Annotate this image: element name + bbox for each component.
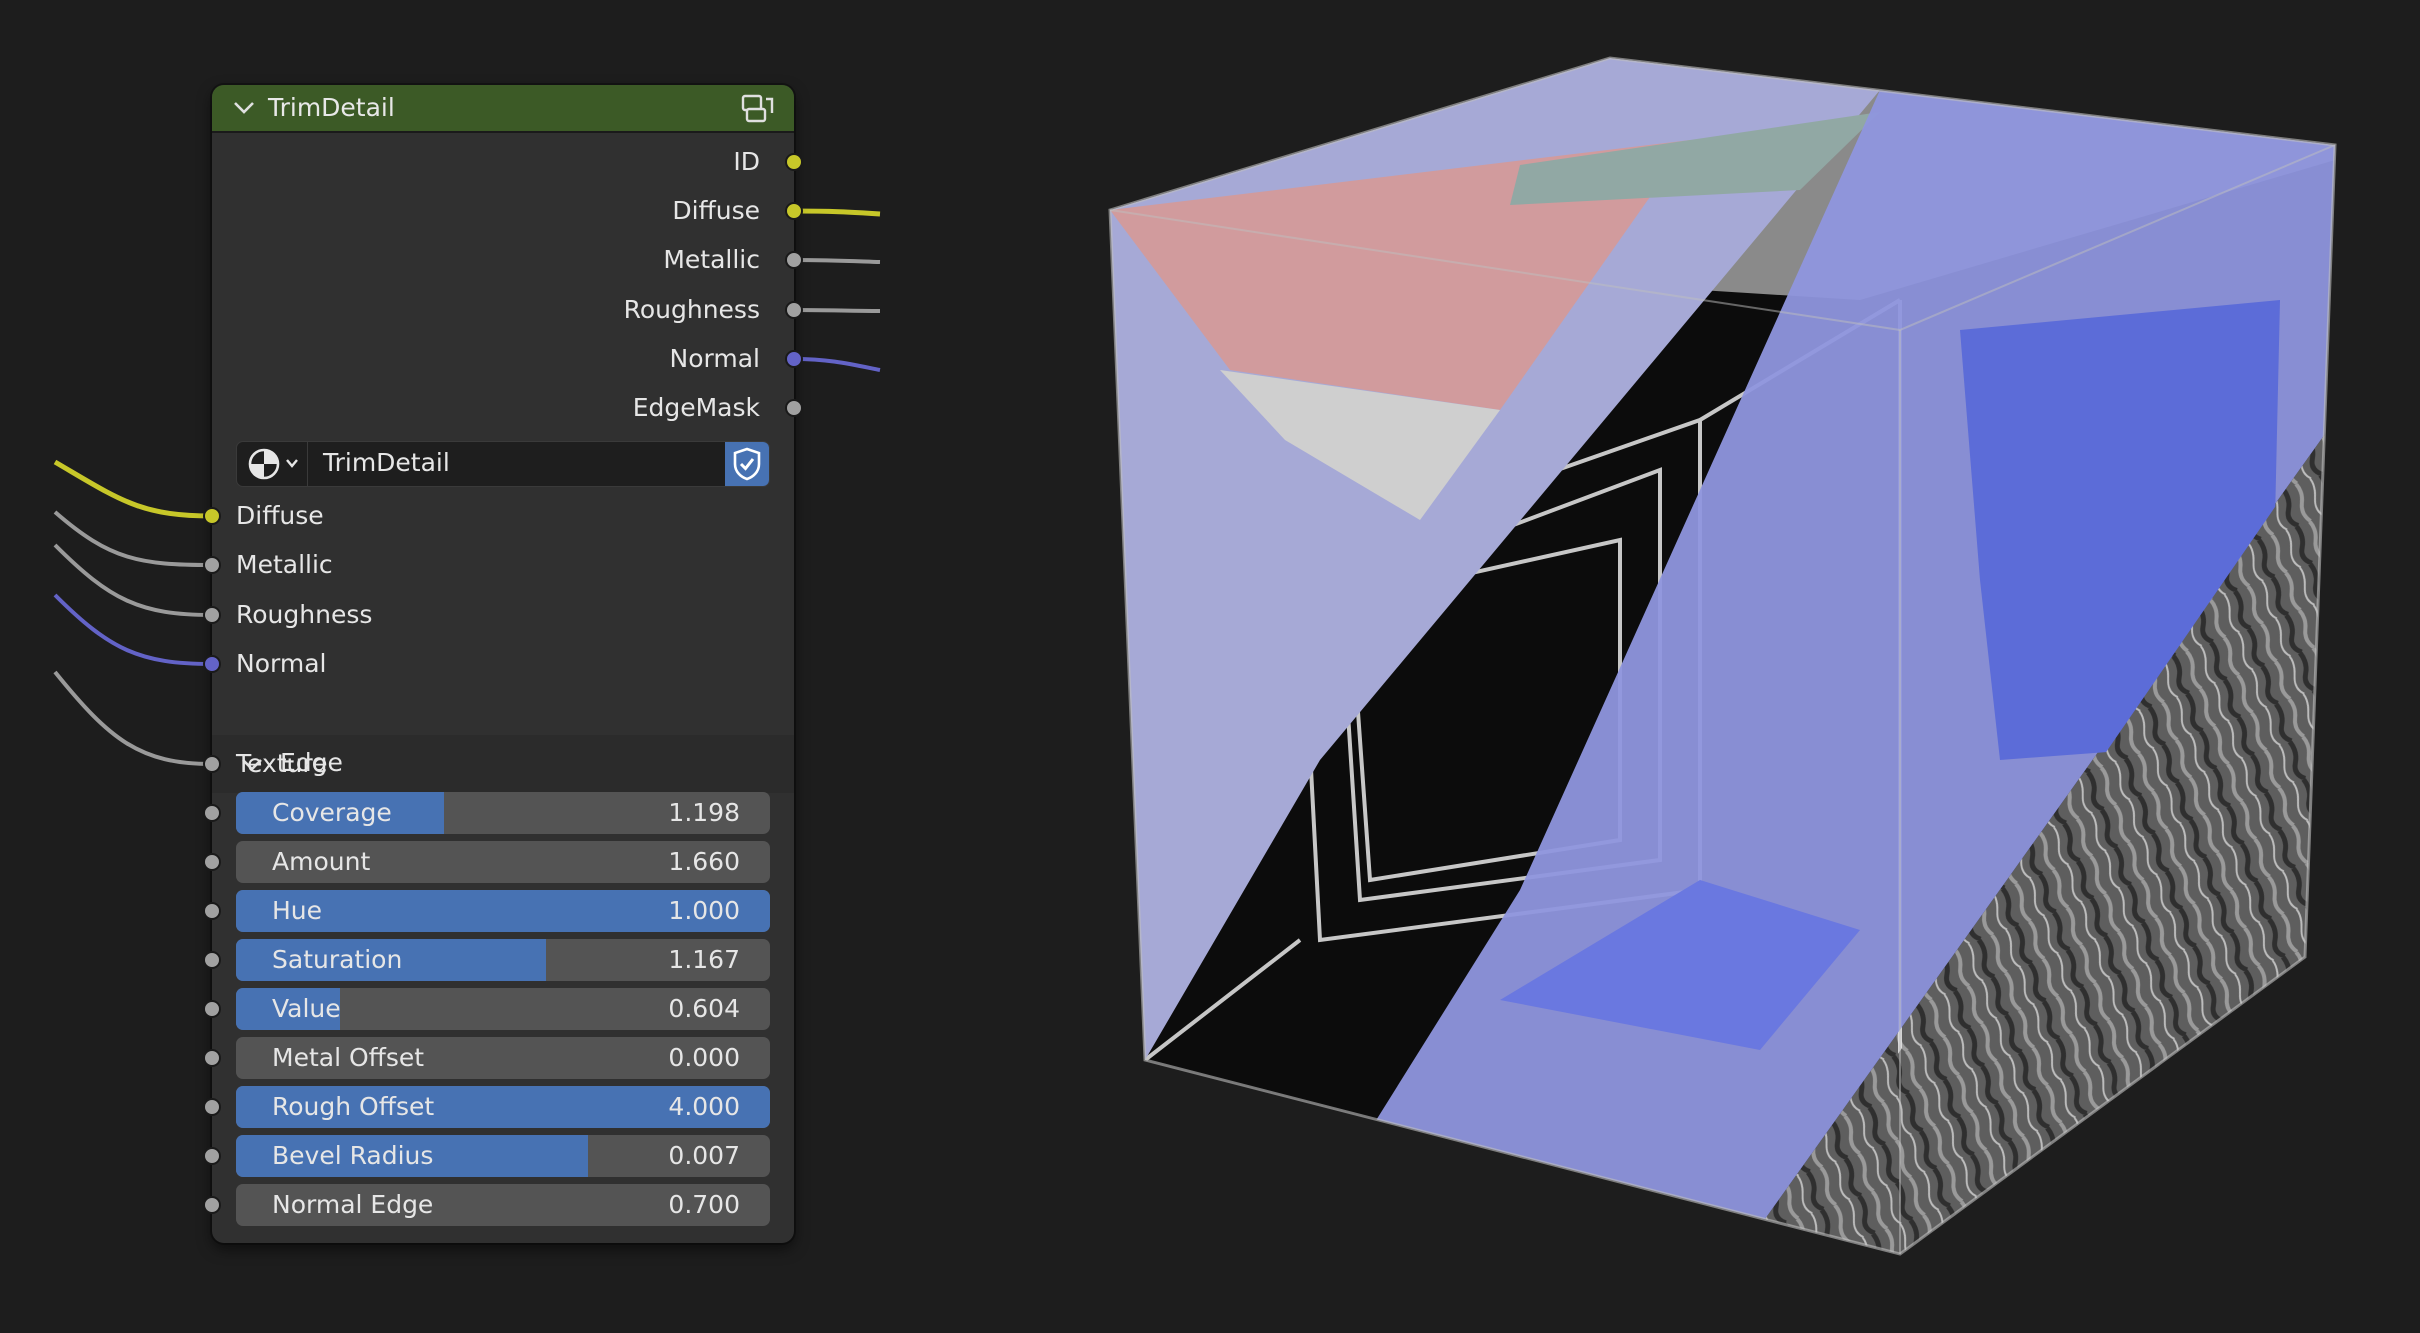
node-group-icon[interactable] — [740, 93, 776, 125]
input-socket-slider[interactable] — [203, 951, 221, 969]
input-socket-normal[interactable] — [203, 655, 221, 673]
input-socket-slider[interactable] — [203, 1147, 221, 1165]
output-label-normal: Normal — [669, 344, 760, 373]
output-label-id: ID — [733, 147, 760, 176]
input-socket-slider[interactable] — [203, 853, 221, 871]
link-texture-in — [53, 670, 213, 766]
slider-label: Metal Offset — [272, 1043, 425, 1072]
slider-value: 1.660 — [668, 847, 740, 876]
slider-label: Saturation — [272, 945, 403, 974]
output-socket-roughness[interactable] — [785, 301, 803, 319]
output-socket-id[interactable] — [785, 153, 803, 171]
output-socket-edgemask[interactable] — [785, 399, 803, 417]
node-tree-icon — [248, 448, 298, 480]
slider-label: Normal Edge — [272, 1190, 434, 1219]
input-label-roughness: Roughness — [236, 600, 373, 629]
link-metallic-in — [53, 510, 213, 567]
link-diffuse-in — [53, 459, 213, 519]
slider-value: 0.700 — [668, 1190, 740, 1219]
input-socket-slider[interactable] — [203, 1049, 221, 1067]
output-socket-metallic[interactable] — [785, 251, 803, 269]
input-label-texture: Texture — [236, 749, 328, 778]
slider-bevel-radius[interactable]: Bevel Radius 0.007 — [236, 1135, 770, 1177]
slider-label: Value — [272, 994, 341, 1023]
slider-rough-offset[interactable]: Rough Offset 4.000 — [236, 1086, 770, 1128]
input-label-diffuse: Diffuse — [236, 501, 324, 530]
slider-label: Hue — [272, 896, 323, 925]
input-socket-slider[interactable] — [203, 1196, 221, 1214]
chevron-down-icon[interactable] — [232, 97, 256, 119]
input-label-metallic: Metallic — [236, 550, 333, 579]
link-roughness-in — [53, 543, 213, 617]
slider-label: Rough Offset — [272, 1092, 435, 1121]
slider-value: 0.000 — [668, 1043, 740, 1072]
trimdetail-node[interactable]: TrimDetail ID Diffuse Metallic Roughness… — [203, 85, 803, 1243]
node-group-selector[interactable]: TrimDetail — [236, 441, 770, 487]
slider-value: 0.604 — [668, 994, 740, 1023]
slider-value: 4.000 — [668, 1092, 740, 1121]
node-group-name[interactable]: TrimDetail — [323, 448, 450, 478]
slider-value: 0.007 — [668, 1141, 740, 1170]
slider-value: 1.000 — [668, 896, 740, 925]
link-metallic-out — [793, 258, 881, 264]
output-label-roughness: Roughness — [623, 295, 760, 324]
input-socket-diffuse[interactable] — [203, 507, 221, 525]
slider-hue[interactable]: Hue 1.000 — [236, 890, 770, 932]
node-tree-dropdown[interactable] — [237, 442, 308, 486]
node-header[interactable]: TrimDetail — [212, 85, 794, 133]
link-diffuse-out — [793, 208, 881, 217]
slider-value[interactable]: Value 0.604 — [236, 988, 770, 1030]
slider-value: 1.198 — [668, 798, 740, 827]
input-label-normal: Normal — [236, 649, 327, 678]
slider-amount[interactable]: Amount 1.660 — [236, 841, 770, 883]
slider-coverage[interactable]: Coverage 1.198 — [236, 792, 770, 834]
input-socket-slider[interactable] — [203, 1000, 221, 1018]
input-socket-roughness[interactable] — [203, 606, 221, 624]
slider-normal-edge[interactable]: Normal Edge 0.700 — [236, 1184, 770, 1226]
input-socket-slider[interactable] — [203, 1098, 221, 1116]
viewport[interactable]: TrimDetail ID Diffuse Metallic Roughness… — [0, 0, 2420, 1329]
input-socket-texture[interactable] — [203, 755, 221, 773]
node-title: TrimDetail — [268, 93, 395, 122]
slider-label: Amount — [272, 847, 371, 876]
slider-label: Coverage — [272, 798, 392, 827]
output-label-edgemask: EdgeMask — [632, 393, 760, 422]
output-label-diffuse: Diffuse — [672, 196, 760, 225]
output-socket-normal[interactable] — [785, 350, 803, 368]
slider-metal-offset[interactable]: Metal Offset 0.000 — [236, 1037, 770, 1079]
slider-saturation[interactable]: Saturation 1.167 — [236, 939, 770, 981]
output-socket-diffuse[interactable] — [785, 202, 803, 220]
slider-value: 1.167 — [668, 945, 740, 974]
input-socket-slider[interactable] — [203, 804, 221, 822]
slider-label: Bevel Radius — [272, 1141, 434, 1170]
fake-user-button[interactable] — [725, 442, 769, 486]
link-roughness-out — [793, 308, 881, 313]
link-normal-out — [793, 357, 881, 372]
input-socket-slider[interactable] — [203, 902, 221, 920]
output-label-metallic: Metallic — [663, 245, 760, 274]
shield-check-icon — [733, 447, 761, 481]
input-socket-metallic[interactable] — [203, 556, 221, 574]
